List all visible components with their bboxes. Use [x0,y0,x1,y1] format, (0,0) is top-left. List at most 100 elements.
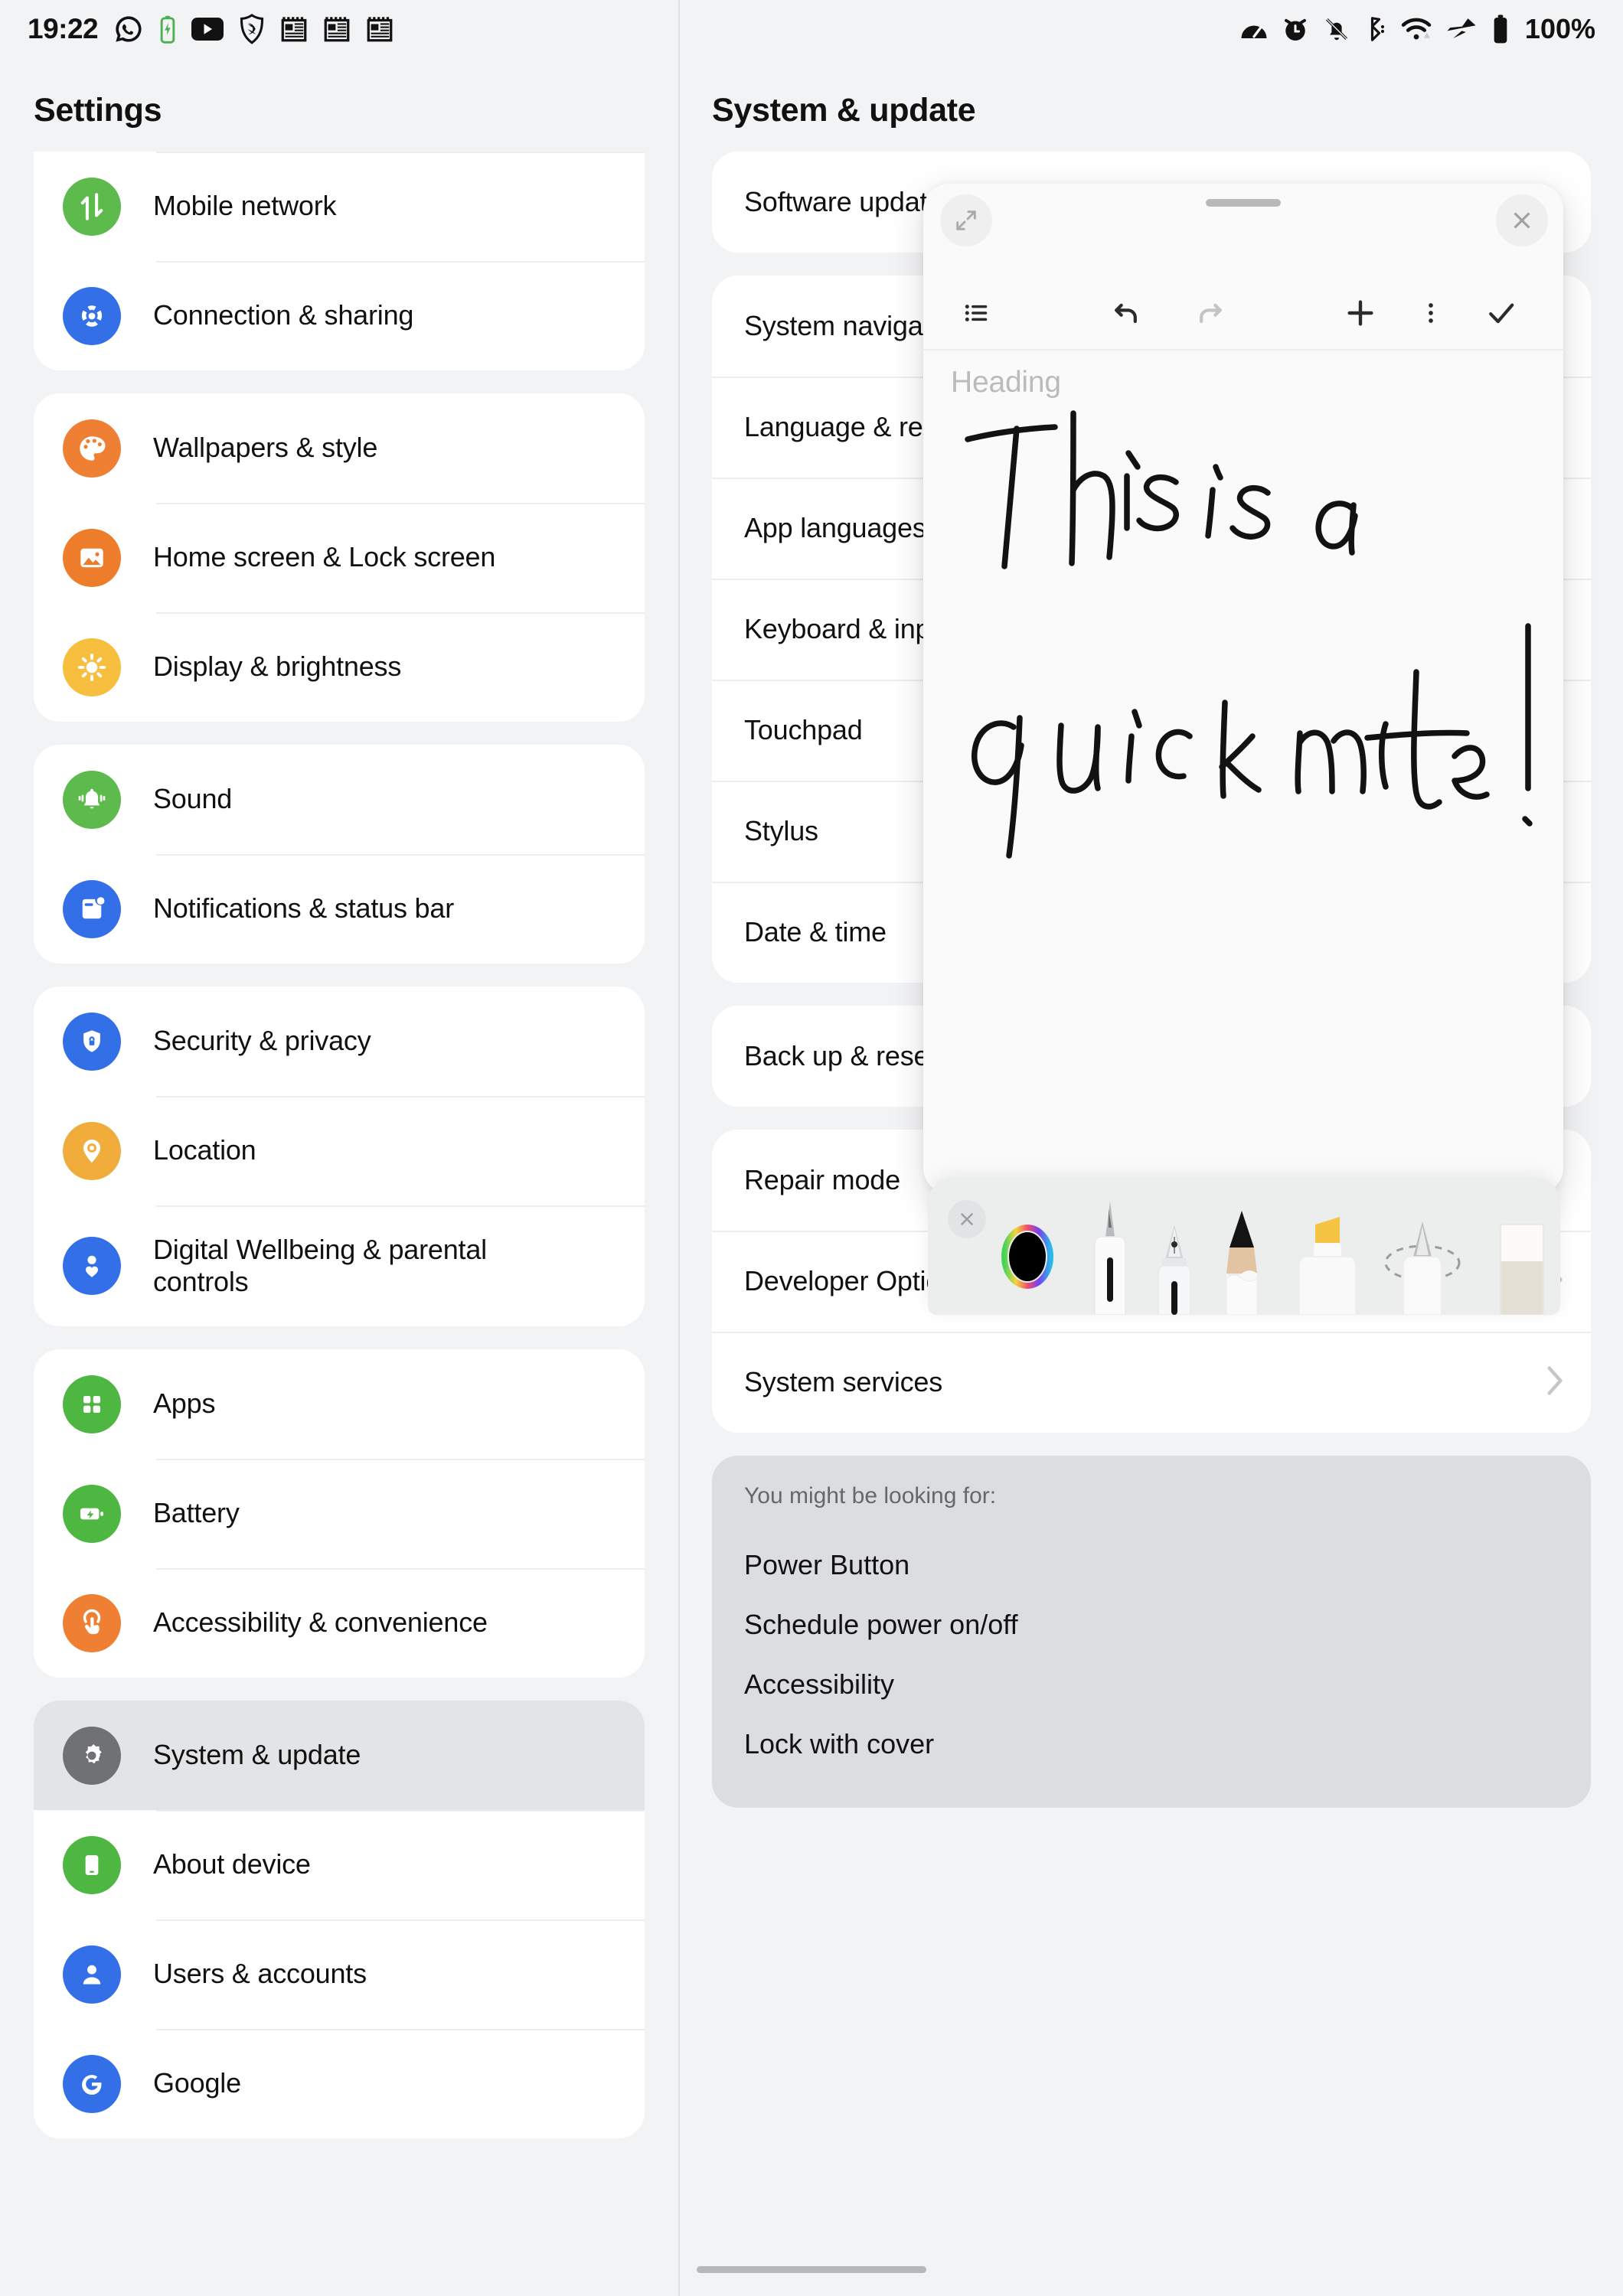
highlighter-tool [1298,1217,1357,1315]
sidebar-item-label: Digital Wellbeing & parental controls [153,1233,487,1297]
touch-hand-icon [63,1593,121,1652]
youtube-icon [191,18,224,41]
sidebar-item-label: Battery [153,1497,240,1529]
status-bar-right: 100% [1240,13,1595,45]
sidebar-item-location[interactable]: Location [34,1096,645,1205]
note-icon [280,15,308,43]
sidebar-item-system-update[interactable]: System & update [34,1701,645,1810]
undo-icon[interactable] [1099,285,1155,341]
note-canvas[interactable]: Heading [923,351,1563,1191]
main-panel-title: System & update [712,92,976,129]
settings-sidebar: Settings Mobile network Connection & sha… [0,58,678,2296]
person-heart-icon [63,1237,121,1295]
shield-icon [239,14,265,44]
sidebar-item-accessibility-convenience[interactable]: Accessibility & convenience [34,1568,645,1678]
sidebar-item-label: Mobile network [153,190,337,222]
suggestion-accessibility[interactable]: Accessibility [744,1655,1559,1714]
sidebar-item-apps[interactable]: Apps [34,1349,645,1459]
main-item-label: Repair mode [744,1164,900,1195]
battery-full-icon [1491,14,1510,44]
note-icon [323,15,351,43]
sidebar-item-label: Accessibility & convenience [153,1606,488,1639]
close-icon[interactable] [948,1200,986,1238]
sidebar-item-label: Wallpapers & style [153,432,378,464]
sidebar-item-label: System & update [153,1739,361,1771]
sidebar-item-google[interactable]: Google [34,2029,645,2138]
palette-icon [63,419,121,478]
status-bar-left: 19:22 [28,13,394,45]
sidebar-item-label: Google [153,2067,241,2099]
sidebar-item-label: Security & privacy [153,1025,371,1057]
suggestion-schedule-power[interactable]: Schedule power on/off [744,1595,1559,1655]
ballpoint-pen-tool [1094,1202,1126,1315]
apps-grid-icon [63,1375,121,1433]
sidebar-item-about-device[interactable]: About device [34,1810,645,1919]
google-g-icon [63,2054,121,2113]
sidebar-item-connection-sharing[interactable]: Connection & sharing [34,261,645,370]
suggestion-power-button[interactable]: Power Button [744,1535,1559,1595]
sidebar-item-sound[interactable]: Sound [34,745,645,854]
note-icon [366,15,394,43]
sidebar-group: Mobile network Connection & sharing [34,152,645,370]
close-icon[interactable] [1496,194,1548,246]
sidebar-item-notifications-status-bar[interactable]: Notifications & status bar [34,854,645,964]
image-icon [63,528,121,587]
pencil-tool [1226,1211,1258,1315]
sun-icon [63,638,121,696]
sidebar-group: Wallpapers & style Home screen & Lock sc… [34,393,645,722]
suggestion-lock-with-cover[interactable]: Lock with cover [744,1714,1559,1774]
location-pin-icon [63,1121,121,1180]
suggestions-card: You might be looking for: Power Button S… [712,1456,1591,1808]
list-icon[interactable] [948,285,1004,341]
more-vertical-icon[interactable] [1403,285,1459,341]
sidebar-item-label: Home screen & Lock screen [153,541,496,573]
sidebar-group: Sound Notifications & status bar [34,745,645,964]
bell-icon [63,770,121,829]
sidebar-item-security-privacy[interactable]: Security & privacy [34,987,645,1096]
battery-charging-icon [159,15,176,44]
main-item-label: App languages [744,512,926,543]
sidebar-item-users-accounts[interactable]: Users & accounts [34,1919,645,2029]
note-heading-placeholder[interactable]: Heading [951,366,1061,400]
fountain-pen-tool [1158,1225,1191,1315]
mobile-network-icon [63,177,121,236]
bluetooth-icon [1364,15,1387,43]
gear-icon [63,1726,121,1785]
sidebar-item-label: Sound [153,783,233,815]
main-item-label: Touchpad [744,714,863,745]
battery-charging-icon [63,1484,121,1543]
whatsapp-icon [113,14,144,44]
sidebar-item-label: Connection & sharing [153,299,414,331]
pen-tools-row[interactable] [994,1177,1560,1315]
stylus-tool-tray[interactable] [928,1177,1560,1315]
sidebar-scroll-area[interactable]: Mobile network Connection & sharing Wall… [0,152,678,2296]
sidebar-item-display-brightness[interactable]: Display & brightness [34,612,645,722]
brush-marker-tool [1384,1221,1461,1315]
plus-icon[interactable] [1332,285,1389,341]
check-icon[interactable] [1473,285,1530,341]
drag-handle[interactable] [1206,199,1281,207]
sidebar-item-wallpapers-style[interactable]: Wallpapers & style [34,393,645,503]
main-item-label: Stylus [744,815,818,846]
sidebar-item-mobile-network[interactable]: Mobile network [34,152,645,261]
wifi-icon [1401,17,1432,41]
sidebar-item-home-lock-screen[interactable]: Home screen & Lock screen [34,503,645,612]
sidebar-group: System & update About device Users & acc… [34,1701,645,2138]
expand-arrows-icon[interactable] [940,194,992,246]
redo-icon[interactable] [1181,285,1238,341]
main-item-system-services[interactable]: System services [712,1332,1591,1433]
sidebar-group: Apps Battery Accessibility & convenience [34,1349,645,1678]
sidebar-item-battery[interactable]: Battery [34,1459,645,1568]
status-bar-clock: 19:22 [28,13,99,44]
page-title: Settings [34,92,162,129]
alarm-clock-icon [1282,15,1309,43]
speedometer-icon [1240,18,1268,40]
handwriting-ink [965,410,1533,859]
note-toolbar [923,277,1563,351]
screen: 19:22 100% Settings Mobile network Conne… [0,0,1623,2296]
sidebar-item-digital-wellbeing[interactable]: Digital Wellbeing & parental controls [34,1205,645,1326]
sidebar-item-label: Users & accounts [153,1958,367,1990]
sidebar-item-label: Apps [153,1388,216,1420]
home-indicator[interactable] [697,2266,926,2273]
floating-note-window[interactable]: Heading [923,184,1563,1194]
